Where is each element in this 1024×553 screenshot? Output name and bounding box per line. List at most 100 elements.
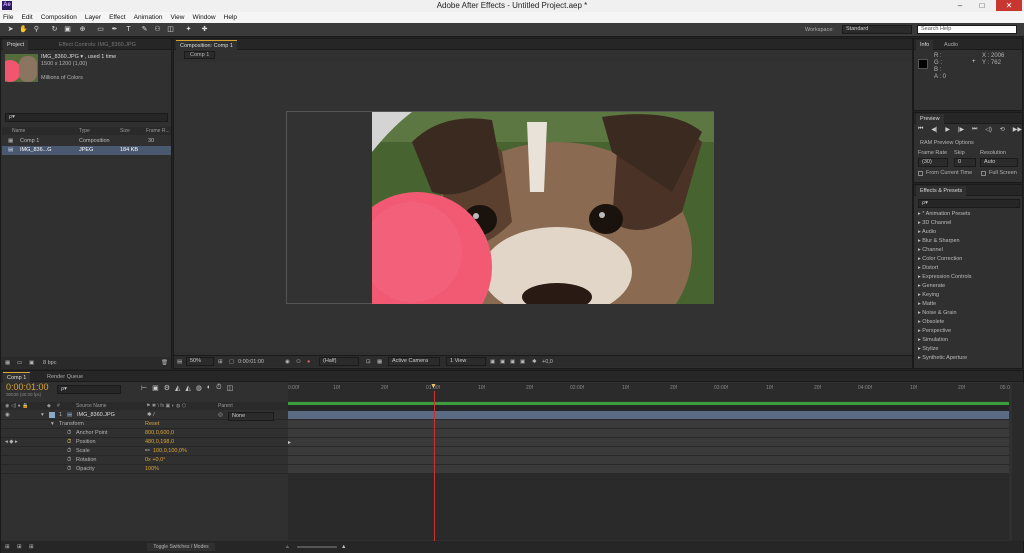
effect-category[interactable]: ▸ Generate xyxy=(918,283,945,289)
audio-icon[interactable]: ◁) xyxy=(985,126,992,134)
number-icon[interactable]: # xyxy=(57,402,60,410)
layer-switches-icon[interactable]: ✱ / xyxy=(147,411,155,420)
first-frame-icon[interactable]: ⏮ xyxy=(918,126,923,134)
skip-dropdown[interactable]: 0 xyxy=(954,158,976,167)
fast-previews-icon[interactable]: ▣ xyxy=(500,359,505,365)
eraser-tool-icon[interactable]: ◫ xyxy=(166,25,175,35)
col-type[interactable]: Type xyxy=(79,127,90,135)
project-item-image[interactable]: ▤ IMG_836...G JPEG 184 KB xyxy=(2,146,171,155)
playhead-line[interactable] xyxy=(434,391,435,551)
tab-comp1[interactable]: Comp 1 xyxy=(3,372,31,382)
tab-preview[interactable]: Preview xyxy=(916,114,944,124)
always-preview-icon[interactable]: ▤ xyxy=(177,359,182,365)
full-screen-checkbox[interactable] xyxy=(981,171,986,176)
timeline-search-input[interactable]: ρ▾ xyxy=(57,385,121,394)
layer-name[interactable]: IMG_8360.JPG xyxy=(77,411,115,420)
tab-effects-presets[interactable]: Effects & Presets xyxy=(916,186,967,196)
property-value[interactable]: 0x +0,0° xyxy=(145,456,165,465)
composition-viewer[interactable] xyxy=(174,62,912,352)
hide-shy-icon[interactable]: ◭ xyxy=(175,384,180,396)
property-value[interactable]: 480,0,198,0 xyxy=(145,438,174,447)
effect-category[interactable]: ▸ * Animation Presets xyxy=(918,211,970,217)
exposure-value[interactable]: +0,0 xyxy=(542,359,553,365)
resolution-dropdown[interactable]: (Half) xyxy=(319,357,359,366)
effects-search-input[interactable]: ρ▾ xyxy=(918,199,1020,208)
col-size[interactable]: Size xyxy=(120,127,130,135)
next-frame-icon[interactable]: |▶ xyxy=(958,126,964,134)
brush-tool-icon[interactable]: ✎ xyxy=(140,25,149,35)
trash-icon[interactable]: 🗑 xyxy=(161,360,168,366)
effect-category[interactable]: ▸ Channel xyxy=(918,247,943,253)
snapshot-icon[interactable]: ◉ xyxy=(285,359,290,365)
show-snapshot-icon[interactable]: ⚇ xyxy=(296,359,301,365)
effect-category[interactable]: ▸ 3D Channel xyxy=(918,220,951,226)
tab-audio[interactable]: Audio xyxy=(940,40,962,50)
effect-category[interactable]: ▸ Blur & Sharpen xyxy=(918,238,960,244)
effect-category[interactable]: ▸ Matte xyxy=(918,301,936,307)
expand-arrow-icon[interactable]: ▾ xyxy=(41,411,44,420)
roto-brush-tool-icon[interactable]: ✦ xyxy=(184,25,193,35)
parent-pick-whip-icon[interactable]: ◎ xyxy=(218,411,223,420)
effect-category[interactable]: ▸ Synthetic Aperture xyxy=(918,355,967,361)
zoom-in-icon[interactable]: ▲ xyxy=(341,544,346,550)
menu-layer[interactable]: Layer xyxy=(85,14,101,21)
effect-category[interactable]: ▸ Stylize xyxy=(918,346,939,352)
new-comp-icon[interactable]: ▣ xyxy=(29,360,34,366)
av-features-icon[interactable]: ◉ ◁) ● 🔒 xyxy=(5,402,28,410)
transparency-grid-icon[interactable]: ▦ xyxy=(377,359,382,365)
effect-category[interactable]: ▸ Distort xyxy=(918,265,938,271)
frame-blending-icon[interactable]: ◭ xyxy=(185,384,190,396)
col-parent[interactable]: Parent xyxy=(218,402,233,410)
effect-category[interactable]: ▸ Perspective xyxy=(918,328,951,334)
reset-exposure-icon[interactable]: ✱ xyxy=(532,359,537,365)
camera-dropdown[interactable]: Active Camera xyxy=(388,357,440,366)
toggle-switches-modes-button[interactable]: Toggle Switches / Modes xyxy=(147,543,215,551)
zoom-tool-icon[interactable]: ⚲ xyxy=(32,25,41,35)
mask-tool-icon[interactable]: ▭ xyxy=(96,25,105,35)
comp-flowchart-icon[interactable]: ▣ xyxy=(520,359,525,365)
col-frame-rate[interactable]: Frame R... xyxy=(146,127,170,135)
comp-mini-flowchart-icon[interactable]: ⊢ xyxy=(141,384,147,396)
show-channel-icon[interactable]: ● xyxy=(307,359,310,365)
transform-expand-icon[interactable]: ▾ xyxy=(51,420,54,429)
draft-3d-icon[interactable]: ⚙ xyxy=(164,384,170,396)
property-value[interactable]: 100% xyxy=(145,465,159,474)
puppet-tool-icon[interactable]: ✚ xyxy=(200,25,209,35)
menu-view[interactable]: View xyxy=(171,14,185,21)
ram-preview-options[interactable]: RAM Preview Options xyxy=(920,140,974,146)
stopwatch-icon[interactable]: ⏱ xyxy=(67,429,71,438)
effect-category[interactable]: ▸ Simulation xyxy=(918,337,948,343)
project-search-input[interactable]: ρ▾ xyxy=(5,113,168,122)
clone-stamp-tool-icon[interactable]: ⚇ xyxy=(153,25,162,35)
label-icon[interactable]: ◆ xyxy=(47,402,51,410)
property-row[interactable]: ⏱ Opacity 100% xyxy=(1,465,288,474)
property-row[interactable]: ⏱ Anchor Point 800,0,600,0 xyxy=(1,429,288,438)
tab-composition[interactable]: Composition: Comp 1 xyxy=(176,40,237,50)
playhead-handle-icon[interactable]: ▼ xyxy=(430,383,439,391)
effect-category[interactable]: ▸ Audio xyxy=(918,229,936,235)
live-update-icon[interactable]: ▣ xyxy=(152,384,159,396)
time-ruler[interactable]: 0:00f 10f 20f 01:00f 10f 20f 02:00f 10f … xyxy=(288,383,1010,401)
stopwatch-icon[interactable]: ⏱ xyxy=(67,456,71,465)
transform-group-row[interactable]: ▾ Transform Reset xyxy=(1,420,288,429)
keyframe-icon[interactable]: ▸ xyxy=(288,439,291,446)
col-name[interactable]: Name xyxy=(12,127,25,135)
current-time-display[interactable]: 0:00:01:00 xyxy=(6,382,49,392)
menu-window[interactable]: Window xyxy=(193,14,216,21)
rotation-tool-icon[interactable]: ↻ xyxy=(50,25,59,35)
pan-behind-tool-icon[interactable]: ⊕ xyxy=(78,25,87,35)
label-color-swatch[interactable] xyxy=(49,412,55,418)
effect-category[interactable]: ▸ Keying xyxy=(918,292,939,298)
tab-info[interactable]: Info xyxy=(916,40,934,50)
effect-category[interactable]: ▸ Obsolete xyxy=(918,319,944,325)
from-current-checkbox[interactable] xyxy=(918,171,923,176)
frame-rate-dropdown[interactable]: (30) xyxy=(918,158,948,167)
auto-keyframe-icon[interactable]: ⏱ xyxy=(216,384,221,396)
region-of-interest-icon[interactable]: ⊡ xyxy=(366,359,371,365)
footage-image[interactable] xyxy=(372,112,714,304)
menu-help[interactable]: Help xyxy=(224,14,237,21)
property-value[interactable]: 800,0,600,0 xyxy=(145,429,174,438)
last-frame-icon[interactable]: ⏭ xyxy=(972,126,977,134)
layer-row[interactable]: ◉ ▾ 1 ▤ IMG_8360.JPG ✱ / ◎ None xyxy=(1,411,288,421)
in-out-toggle-icon[interactable]: ⊞ xyxy=(29,544,34,550)
